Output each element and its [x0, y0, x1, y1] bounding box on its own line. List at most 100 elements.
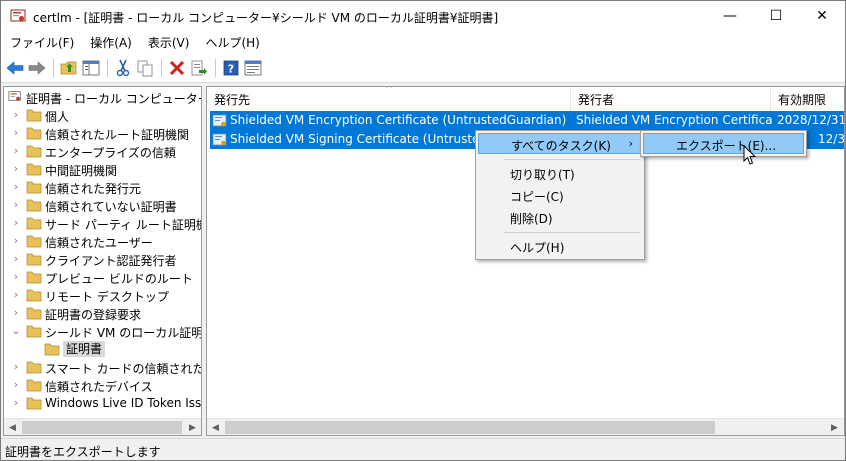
column-header-issued-by-label: 発行者: [578, 93, 615, 107]
toolbar-separator: [107, 59, 108, 77]
scroll-left-icon[interactable]: ◀: [4, 419, 21, 435]
copy-button[interactable]: [135, 58, 155, 78]
menu-separator: [504, 232, 640, 233]
scroll-left-icon[interactable]: ◀: [207, 419, 224, 435]
mmc-window: certlm - [証明書 - ローカル コンピューター¥シールド VM のロー…: [0, 0, 846, 461]
column-header-issued-to[interactable]: ^ 発行先: [207, 87, 571, 111]
tree-item-remote-desktop[interactable]: › リモート デスクトップ: [4, 286, 201, 304]
menu-item-cut[interactable]: 切り取り(T): [478, 163, 642, 184]
chevron-right-icon[interactable]: ›: [11, 180, 21, 194]
scroll-right-icon[interactable]: ▶: [826, 419, 843, 435]
menu-item-export-label: エクスポート(E)...: [676, 139, 777, 153]
menu-item-delete[interactable]: 削除(D): [478, 207, 642, 228]
chevron-right-icon[interactable]: ›: [11, 378, 21, 392]
list-horizontal-scrollbar[interactable]: ◀ ▶: [207, 418, 844, 435]
tree-item-trusted-people[interactable]: › 信頼されたユーザー: [4, 232, 201, 250]
tree-item-intermediate[interactable]: › 中間証明機関: [4, 160, 201, 178]
tree-item-third-party-root[interactable]: › サード パーティ ルート証明機関: [4, 214, 201, 232]
menu-file[interactable]: ファイル(F): [1, 31, 81, 53]
toolbar-separator: [53, 59, 54, 77]
tree-item-enrollment-requests[interactable]: › 証明書の登録要求: [4, 304, 201, 322]
tree-item-trusted-publishers[interactable]: › 信頼された発行元: [4, 178, 201, 196]
tree-item-label: サード パーティ ルート証明機関: [45, 218, 201, 232]
submenu-arrow-icon: ›: [628, 137, 633, 150]
back-icon: [6, 61, 24, 75]
cut-button[interactable]: [113, 58, 133, 78]
column-header-issued-to-label: 発行先: [214, 93, 251, 107]
tree-horizontal-scrollbar[interactable]: ◀ ▶: [4, 418, 201, 435]
tree-item-windows-live-id[interactable]: › Windows Live ID Token Issuer: [4, 394, 201, 412]
toolbar-separator: [215, 59, 216, 77]
chevron-right-icon[interactable]: ›: [11, 270, 21, 284]
chevron-right-icon[interactable]: ›: [11, 198, 21, 212]
menu-item-all-tasks[interactable]: すべてのタスク(K) ›: [478, 133, 642, 154]
up-one-level-button[interactable]: [59, 58, 79, 78]
folder-icon: [26, 127, 42, 140]
table-row[interactable]: Shielded VM Encryption Certificate (Untr…: [210, 111, 844, 130]
toolbar-separator: [161, 59, 162, 77]
chevron-right-icon[interactable]: ›: [11, 126, 21, 140]
tree-item-label: シールド VM のローカル証明書: [45, 326, 202, 340]
chevron-right-icon[interactable]: ›: [11, 234, 21, 248]
tree-item-label: 信頼されたユーザー: [45, 236, 153, 250]
show-hide-console-tree-button[interactable]: [81, 58, 101, 78]
forward-button[interactable]: [27, 58, 47, 78]
certificate-icon: [212, 114, 227, 127]
menu-action[interactable]: 操作(A): [81, 31, 139, 53]
properties-button[interactable]: [243, 58, 263, 78]
menu-item-copy-label: コピー(C): [510, 190, 564, 204]
tree-item-enterprise-trust[interactable]: › エンタープライズの信頼: [4, 142, 201, 160]
cell-issued-to: Shielded VM Encryption Certificate (Untr…: [230, 113, 570, 127]
export-list-button[interactable]: [189, 58, 209, 78]
menu-bar: ファイル(F) 操作(A) 表示(V) ヘルプ(H): [1, 31, 845, 53]
chevron-right-icon[interactable]: ›: [11, 108, 21, 122]
column-header-issued-by[interactable]: 発行者: [571, 87, 771, 111]
show-hide-tree-icon: [82, 60, 100, 76]
window-title: certlm - [証明書 - ローカル コンピューター¥シールド VM のロー…: [33, 11, 499, 25]
scroll-right-icon[interactable]: ▶: [184, 419, 201, 435]
tree-root[interactable]: 証明書 - ローカル コンピューター: [4, 88, 201, 106]
chevron-right-icon[interactable]: ›: [11, 396, 21, 410]
close-button[interactable]: ✕: [799, 1, 845, 31]
chevron-right-icon[interactable]: ›: [11, 252, 21, 266]
tree-item-untrusted[interactable]: › 信頼されていない証明書: [4, 196, 201, 214]
minimize-button[interactable]: —: [707, 1, 753, 31]
menu-item-help[interactable]: ヘルプ(H): [478, 236, 642, 257]
folder-icon: [26, 271, 42, 284]
tree-item-certificates[interactable]: 証明書: [4, 340, 201, 358]
chevron-right-icon[interactable]: ›: [11, 288, 21, 302]
chevron-right-icon[interactable]: ›: [11, 360, 21, 374]
chevron-right-icon[interactable]: ›: [11, 306, 21, 320]
menu-help[interactable]: ヘルプ(H): [196, 31, 266, 53]
chevron-down-icon[interactable]: ⌄: [11, 324, 21, 338]
help-button[interactable]: ?: [221, 58, 241, 78]
menu-item-copy[interactable]: コピー(C): [478, 185, 642, 206]
menu-view[interactable]: 表示(V): [139, 31, 197, 53]
menu-item-export[interactable]: エクスポート(E)...: [643, 133, 804, 154]
tree-item-smart-card-roots[interactable]: › スマート カードの信頼されたルート: [4, 358, 201, 376]
back-button[interactable]: [5, 58, 25, 78]
tree-scroll-thumb[interactable]: [22, 421, 182, 434]
chevron-right-icon[interactable]: ›: [11, 216, 21, 230]
console-tree[interactable]: 証明書 - ローカル コンピューター › 個人 › 信頼されたルート証明機関 › エンター…: [3, 86, 202, 436]
tree-item-personal[interactable]: › 個人: [4, 106, 201, 124]
menu-separator: [504, 159, 640, 160]
tree-item-trusted-devices[interactable]: › 信頼されたデバイス: [4, 376, 201, 394]
tree-item-shielded-vm-local[interactable]: ⌄ シールド VM のローカル証明書: [4, 322, 202, 340]
tree-item-preview-build-roots[interactable]: › プレビュー ビルドのルート: [4, 268, 201, 286]
tree-item-trusted-root[interactable]: › 信頼されたルート証明機関: [4, 124, 201, 142]
close-icon: ✕: [816, 8, 828, 24]
maximize-button[interactable]: ☐: [753, 1, 799, 31]
chevron-right-icon[interactable]: ›: [11, 162, 21, 176]
tree-item-label: リモート デスクトップ: [45, 290, 169, 304]
column-header-expiration[interactable]: 有効期限: [771, 87, 844, 111]
up-folder-icon: [60, 61, 77, 75]
list-scroll-thumb[interactable]: [225, 421, 715, 434]
mouse-cursor-icon: [743, 145, 757, 165]
menu-item-all-tasks-label: すべてのタスク(K): [511, 139, 611, 153]
certificate-icon: [212, 133, 227, 146]
delete-button[interactable]: [167, 58, 187, 78]
tree-item-client-auth-issuers[interactable]: › クライアント認証発行者: [4, 250, 201, 268]
tree-item-label: クライアント認証発行者: [45, 254, 177, 268]
chevron-right-icon[interactable]: ›: [11, 144, 21, 158]
